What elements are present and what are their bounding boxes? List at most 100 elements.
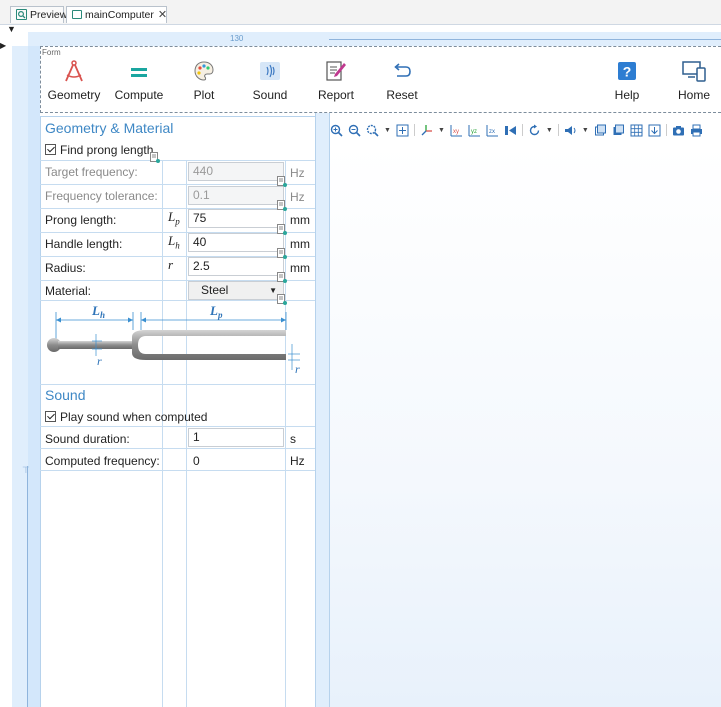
prong-length-label: Prong length: (45, 213, 117, 227)
chevron-down-icon[interactable]: ▼ (582, 127, 589, 134)
sound-label: Sound (252, 88, 288, 102)
prong-length-unit: mm (290, 213, 310, 227)
link-doc-icon (277, 272, 287, 283)
speaker-icon[interactable] (564, 124, 577, 137)
tab-main-computer-label: mainComputer (85, 9, 154, 21)
tab-preview[interactable]: Preview (10, 6, 68, 23)
preview-icon (16, 9, 27, 20)
compute-equals-icon (131, 68, 147, 77)
row-marker-icon: ▶ (0, 41, 7, 50)
chevron-down-icon[interactable]: ▼ (384, 127, 391, 134)
chevron-down-icon[interactable]: ▼ (546, 127, 553, 134)
view-xy-icon[interactable]: xy (450, 124, 463, 137)
tab-main-computer[interactable]: mainComputer ✕ (66, 6, 167, 23)
row-band (28, 46, 40, 707)
zoom-in-icon[interactable] (330, 124, 343, 137)
ruler-span-line-v (27, 466, 28, 707)
geometry-button[interactable]: Geometry (47, 57, 101, 102)
compute-button[interactable]: Compute (111, 57, 167, 102)
plot-button[interactable]: Plot (184, 57, 224, 102)
diagram-r-prong: r (295, 362, 300, 376)
sound-duration-input[interactable]: 1 (188, 428, 284, 447)
target-frequency-unit: Hz (290, 166, 305, 180)
chevron-down-icon[interactable]: ▼ (438, 127, 445, 134)
camera-icon[interactable] (672, 124, 685, 137)
zoom-extents-icon[interactable] (396, 124, 409, 137)
target-frequency-input[interactable]: 440 (188, 162, 284, 181)
chevron-down-icon: ▼ (269, 286, 277, 295)
home-label: Home (677, 88, 710, 102)
geometry-label: Geometry (47, 88, 101, 102)
computed-frequency-value: 0 (193, 454, 200, 468)
ruler-marker-icon: ▼ (7, 24, 16, 34)
view-yz-icon[interactable]: yz (468, 124, 481, 137)
sound-wave-icon (260, 62, 280, 80)
report-button[interactable]: Report (314, 57, 358, 102)
diagram-r-handle: r (97, 354, 102, 368)
link-doc-icon (277, 200, 287, 211)
handle-length-symbol: Lh (168, 233, 180, 251)
rotate-icon[interactable] (528, 124, 541, 137)
form-label: Form (42, 48, 61, 57)
wireframe-icon[interactable] (594, 124, 607, 137)
prong-length-input[interactable]: 75 (188, 209, 284, 228)
close-icon[interactable]: ✕ (158, 9, 167, 21)
material-select-value: Steel (201, 283, 229, 297)
help-question-icon: ? (618, 62, 636, 80)
play-sound-label: Play sound when computed (60, 410, 208, 424)
report-label: Report (317, 88, 355, 102)
handle-length-unit: mm (290, 237, 310, 251)
view-zx-icon[interactable]: zx (486, 124, 499, 137)
print-icon[interactable] (690, 124, 703, 137)
reset-label: Reset (386, 88, 418, 102)
go-to-view-icon[interactable] (504, 124, 517, 137)
sound-duration-unit: s (290, 432, 296, 446)
link-doc-icon (277, 224, 287, 235)
computed-frequency-unit: Hz (290, 454, 305, 468)
ruler-arrow-up-icon: ⊤ (22, 465, 30, 475)
svg-text:?: ? (623, 64, 632, 80)
svg-text:xy: xy (453, 129, 459, 135)
ruler-mark: 130 (230, 34, 244, 43)
target-frequency-label: Target frequency: (45, 165, 138, 179)
frequency-tolerance-input[interactable]: 0.1 (188, 186, 284, 205)
help-label: Help (614, 88, 640, 102)
link-doc-icon (277, 176, 287, 187)
checkbox-checked-icon (45, 411, 56, 422)
handle-length-input[interactable]: 40 (188, 233, 284, 252)
transparency-icon[interactable] (612, 124, 625, 137)
radius-symbol: r (168, 257, 174, 272)
checkbox-checked-icon (45, 144, 56, 155)
svg-text:yz: yz (471, 129, 477, 135)
axes-orientation-icon[interactable] (420, 124, 433, 137)
reset-undo-icon (394, 63, 411, 77)
material-select[interactable]: Steel ▼ (188, 281, 284, 300)
sound-title: Sound (45, 387, 86, 403)
find-prong-label: Find prong length (60, 143, 154, 157)
zoom-box-icon[interactable] (366, 124, 379, 137)
frequency-tolerance-unit: Hz (290, 190, 305, 204)
plot-palette-icon (194, 61, 214, 81)
help-button[interactable]: ? Help (609, 57, 645, 102)
report-edit-icon (326, 61, 346, 81)
tab-preview-label: Preview (30, 9, 68, 21)
grid-icon[interactable] (630, 124, 643, 137)
sound-duration-label: Sound duration: (45, 432, 130, 446)
handle-length-label: Handle length: (45, 237, 123, 251)
play-sound-checkbox[interactable]: Play sound when computed (45, 410, 207, 424)
prong-length-symbol: Lp (168, 209, 180, 227)
sound-button[interactable]: Sound (246, 57, 294, 102)
graphics-window[interactable] (330, 144, 721, 707)
zoom-out-icon[interactable] (348, 124, 361, 137)
home-button[interactable]: Home (672, 57, 716, 102)
reset-button[interactable]: Reset (383, 57, 421, 102)
scene-light-icon[interactable] (648, 124, 661, 137)
computed-frequency-label: Computed frequency: (45, 454, 160, 468)
diagram-lh-label: Lh (91, 303, 105, 320)
geometry-compass-icon (65, 60, 83, 82)
find-prong-checkbox[interactable]: Find prong length (45, 143, 153, 157)
column-gap (315, 32, 329, 707)
radius-input[interactable]: 2.5 (188, 257, 284, 276)
material-label: Material: (45, 284, 92, 298)
svg-text:zx: zx (489, 129, 495, 135)
